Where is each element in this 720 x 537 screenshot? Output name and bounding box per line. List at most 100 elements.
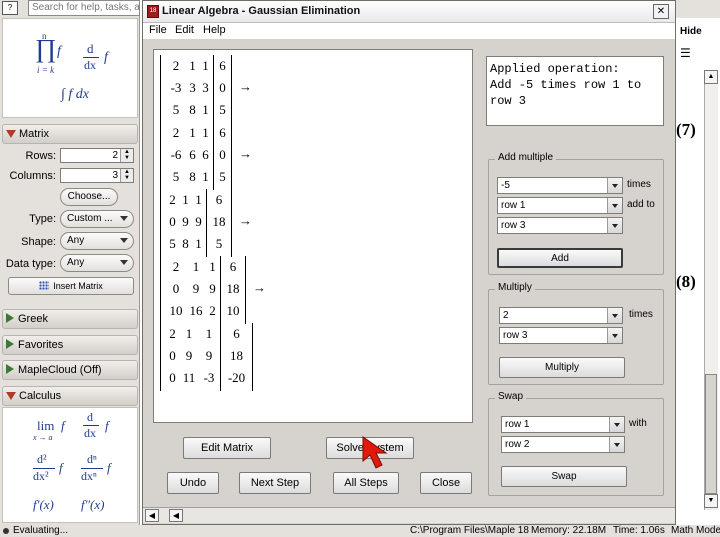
first-derivative[interactable]: f′(x) xyxy=(33,497,54,513)
next-step-arrow-icon: → xyxy=(239,146,252,161)
add-multiple-group: Add multiple -5 times row 1 add to row 3… xyxy=(488,152,664,275)
nth-diff-den[interactable]: dxⁿ xyxy=(81,469,97,484)
second-diff-den[interactable]: dx² xyxy=(33,469,49,484)
edit-matrix-button[interactable]: Edit Matrix xyxy=(183,437,271,459)
shape-dropdown[interactable]: Any xyxy=(60,232,134,250)
calculus-section-header[interactable]: Calculus xyxy=(2,386,138,406)
add-button[interactable]: Add xyxy=(497,248,623,268)
add-source-combo[interactable]: row 1 xyxy=(497,197,623,214)
choose-button[interactable]: Choose... xyxy=(60,188,118,206)
limit-f: f xyxy=(61,418,65,433)
add-target-combo[interactable]: row 3 xyxy=(497,217,623,234)
matrix-cell: 0 xyxy=(169,348,176,363)
second-derivative[interactable]: f″(x) xyxy=(81,497,104,513)
scroll-thumb[interactable] xyxy=(705,374,717,494)
scroll-left-icon[interactable]: ◀ xyxy=(145,509,159,522)
maplecloud-section-header[interactable]: MapleCloud (Off) xyxy=(2,360,138,380)
matrix-cell: -20 xyxy=(227,370,246,385)
multiply-group: Multiply 2 times row 3 Multiply xyxy=(488,282,664,385)
matrix-cell: 5 xyxy=(172,102,180,117)
matrix-section-header[interactable]: Matrix xyxy=(2,124,138,144)
menu-file[interactable]: File xyxy=(149,24,167,36)
second-diff-num: d² xyxy=(37,452,47,466)
add-factor-combo[interactable]: -5 xyxy=(497,177,623,194)
matrix-cell: 5 xyxy=(219,102,226,117)
dropdown-arrow-icon[interactable] xyxy=(607,308,622,323)
type-label: Type: xyxy=(29,213,56,225)
insert-matrix-button[interactable]: Insert Matrix xyxy=(8,277,134,295)
multiply-title: Multiply xyxy=(495,282,535,293)
limit-expression[interactable]: lim xyxy=(37,418,54,434)
dropdown-arrow-icon[interactable] xyxy=(607,198,622,213)
matrix-right-bracket xyxy=(231,122,232,190)
swap-button[interactable]: Swap xyxy=(501,466,627,487)
swap-row-b-combo[interactable]: row 2 xyxy=(501,436,625,453)
matrix-cell: 1 xyxy=(189,58,196,73)
matrix-cell: 6 xyxy=(215,192,223,207)
next-step-button[interactable]: Next Step xyxy=(239,472,311,494)
shape-label: Shape: xyxy=(21,236,56,248)
dropdown-arrow-icon[interactable] xyxy=(607,178,622,193)
mouse-cursor-icon xyxy=(362,436,388,469)
type-dropdown[interactable]: Custom ... xyxy=(60,210,134,228)
multiply-button[interactable]: Multiply xyxy=(499,357,625,378)
expand-triangle-icon xyxy=(6,313,14,323)
columns-spinner[interactable]: 3 ▲ ▼ xyxy=(60,168,134,183)
multiply-times-label: times xyxy=(629,309,653,320)
status-text: Evaluating... xyxy=(13,525,69,536)
next-step-arrow-icon: → xyxy=(253,280,266,295)
matrix-cell: 0 xyxy=(219,147,226,162)
undo-button[interactable]: Undo xyxy=(167,472,219,494)
dropdown-arrow-icon[interactable] xyxy=(607,218,622,233)
menu-help[interactable]: Help xyxy=(203,24,226,36)
matrix-cell: 9 xyxy=(192,281,200,296)
status-dot-icon xyxy=(3,528,9,534)
rows-spinner[interactable]: 2 ▲ ▼ xyxy=(60,148,134,163)
scroll-down-icon[interactable]: ▼ xyxy=(704,494,718,508)
dropdown-arrow-icon[interactable] xyxy=(607,328,622,343)
matrix-cell: 2 xyxy=(169,192,176,207)
scroll-up-icon[interactable]: ▲ xyxy=(704,70,718,84)
matrix-cell: 3 xyxy=(202,80,209,95)
product-symbol[interactable]: ∏ xyxy=(35,35,56,63)
dropdown-arrow-icon[interactable] xyxy=(609,417,624,432)
favorites-section-header[interactable]: Favorites xyxy=(2,335,138,355)
status-path: C:\Program Files\Maple 18 xyxy=(410,525,529,536)
scroll-left-icon[interactable]: ◀ xyxy=(169,509,183,522)
close-button[interactable]: Close xyxy=(420,472,472,494)
type-value: Custom ... xyxy=(67,213,113,224)
hide-button[interactable]: Hide xyxy=(680,26,702,37)
matrix-cell: 2 xyxy=(209,303,216,318)
diff-den[interactable]: dx xyxy=(84,426,96,441)
matrix-cell: 5 xyxy=(172,169,180,184)
add-target-value: row 3 xyxy=(501,220,526,231)
equation-label-7: (7) xyxy=(676,120,696,139)
dialog-title: Linear Algebra - Gaussian Elimination xyxy=(162,5,361,17)
swap-row-a-combo[interactable]: row 1 xyxy=(501,416,625,433)
spin-arrows-icon[interactable]: ▲ ▼ xyxy=(120,169,133,182)
matrix-cell: 8 xyxy=(189,102,196,117)
augmented-matrix: 2 1 1 6 0 9 9 18 10 16 2 10 → xyxy=(160,256,266,324)
list-icon[interactable]: ☰ xyxy=(680,46,691,60)
augmented-matrix: 2 1 1 6 0 9 9 18 5 8 1 5 → xyxy=(160,189,252,257)
search-input[interactable]: Search for help, tasks, a xyxy=(28,0,140,16)
matrix-cell: 5 xyxy=(219,169,226,184)
greek-section-header[interactable]: Greek xyxy=(2,309,138,329)
matrix-cell: 6 xyxy=(229,259,237,274)
all-steps-button[interactable]: All Steps xyxy=(333,472,399,494)
product-f: f xyxy=(57,44,61,59)
multiply-factor-combo[interactable]: 2 xyxy=(499,307,623,324)
integral-symbol[interactable]: ∫ f dx xyxy=(61,87,89,103)
datatype-dropdown[interactable]: Any xyxy=(60,254,134,272)
horizontal-scrollbar[interactable]: ◀ ◀ xyxy=(143,507,675,523)
add-factor-value: -5 xyxy=(501,180,510,191)
multiply-row-combo[interactable]: row 3 xyxy=(499,327,623,344)
dropdown-arrow-icon[interactable] xyxy=(609,437,624,452)
derivative-den[interactable]: dx xyxy=(84,58,96,73)
matrix-cell: 9 xyxy=(209,281,216,296)
close-icon[interactable]: ✕ xyxy=(653,4,669,19)
expression-palette: n ∏ f i = k d dx f ∫ f dx xyxy=(2,18,138,118)
spin-arrows-icon[interactable]: ▲ ▼ xyxy=(120,149,133,162)
swap-title: Swap xyxy=(495,391,527,402)
menu-edit[interactable]: Edit xyxy=(175,24,194,36)
